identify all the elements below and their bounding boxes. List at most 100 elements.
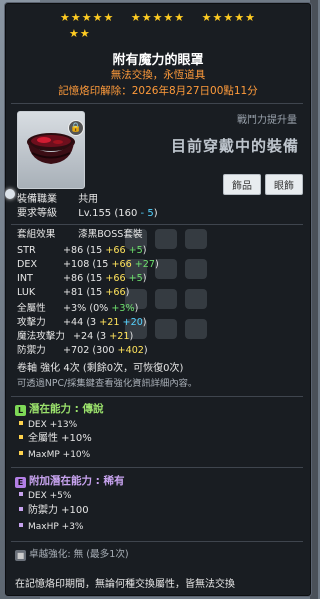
required-level-reduction: - 5 (140, 208, 154, 219)
additional-potential-title: 附加潛在能力 : 稀有 (29, 475, 125, 487)
stat-label: 魔法攻擊力 (17, 331, 65, 342)
required-job-value: 共用 (78, 194, 99, 205)
required-level-close: ) (153, 208, 158, 219)
stat-open: (300 (92, 345, 115, 356)
required-job: 裝備職業 共用 (17, 193, 98, 206)
divider (11, 396, 303, 397)
stat-total: +24 (73, 331, 94, 342)
scroll-upgrade-info: 卷軸 強化 4次 (剩餘0次，可恢復0次) (17, 363, 184, 374)
potential-line: 全屬性 +10% (19, 433, 92, 445)
potential-line: MaxMP +10% (19, 449, 90, 461)
item-name: 附有魔力的眼罩 (112, 53, 204, 68)
stat-open: (3 (96, 331, 107, 342)
stat-open: (15 (92, 259, 109, 270)
stat-open: (15 (86, 273, 103, 284)
set-effect-value: 漆黑BOSS套裝 (78, 229, 143, 240)
star-force-row-2: ★★ (69, 28, 91, 40)
additional-potential-line: DEX +5% (19, 490, 71, 502)
stat-enhance: +20 (122, 317, 143, 328)
required-level-label: 要求等級 (17, 208, 57, 219)
stat-label: STR (17, 245, 36, 256)
stat-total: +44 (63, 317, 84, 328)
stat-row: 攻擊力 +44 (3 +21 +20) (17, 317, 147, 329)
stat-close: ) (143, 345, 148, 356)
memory-seal-expiry: 記憶烙印解除：2026年8月27日00點11分 (58, 85, 258, 97)
set-effect-label: 套組效果 (17, 229, 56, 240)
stat-label: LUK (17, 287, 36, 298)
stat-close: ) (134, 303, 139, 314)
stat-flame: +21 (99, 317, 120, 328)
stat-open: (15 (86, 245, 103, 256)
stat-flame: +66 (111, 259, 132, 270)
star-group: ★★★★★ (130, 11, 186, 24)
stat-row: INT +86 (15 +66 +5) (17, 273, 147, 285)
stat-total: +3% (63, 303, 87, 314)
stat-label: 防禦力 (17, 345, 46, 356)
stat-total: +86 (63, 245, 84, 256)
stat-row: 魔法攻擊力 +24 (3 +21) (17, 331, 133, 343)
stat-open: (15 (86, 287, 103, 298)
stat-close: ) (142, 273, 147, 284)
tag-category: 飾品 (223, 174, 261, 195)
combat-power-label: 戰鬥力提升量 (237, 115, 297, 126)
stat-close: ) (142, 317, 147, 328)
stat-label: INT (17, 273, 33, 284)
stat-open: (0% (89, 303, 109, 314)
enhance-icon: ■ (15, 550, 26, 561)
star-group: ★★ (69, 27, 91, 40)
item-trade-status: 無法交換，永恆道具 (110, 69, 206, 81)
stat-row: 防禦力 +702 (300 +402) (17, 345, 148, 357)
enhance-info-hint: 可透過NPC/採集鍵查看強化資訊詳細內容。 (17, 378, 198, 389)
cursor-glow-icon (5, 189, 15, 199)
stat-flame: +21 (109, 331, 130, 342)
stat-flame: +66 (105, 245, 126, 256)
star-group: ★★★★★ (201, 11, 256, 24)
star-group: ★★★★★ (60, 11, 115, 24)
stat-total: +86 (63, 273, 84, 284)
lock-icon: 🔒 (68, 120, 84, 136)
required-level-detail: (160 (114, 208, 138, 219)
tag-slot: 眼飾 (265, 174, 303, 195)
item-icon-frame: 🔒 (17, 111, 85, 189)
divider (11, 467, 303, 468)
stat-enhance: +5 (128, 273, 143, 284)
stat-label: 全屬性 (17, 303, 46, 314)
divider (11, 224, 303, 225)
stat-row: 全屬性 +3% (0% +3%) (17, 303, 138, 315)
additional-potential-header: E 附加潛在能力 : 稀有 (15, 473, 125, 488)
stat-row: DEX +108 (15 +66 +27) (17, 259, 159, 271)
equipped-status: 目前穿戴中的裝備 (170, 137, 299, 155)
stat-label: DEX (17, 259, 38, 270)
required-level: 要求等級 Lv.155 (160 - 5) (17, 207, 158, 220)
set-effect: 套組效果 漆黑BOSS套裝 (17, 229, 143, 241)
star-force-row-1: ★★★★★ ★★★★★ ★★★★★ (5, 12, 311, 24)
stat-flame: +402 (117, 345, 144, 356)
stat-total: +702 (63, 345, 90, 356)
additional-potential-line: 防禦力 +100 (19, 505, 89, 517)
stat-row: STR +86 (15 +66 +5) (17, 245, 147, 257)
required-level-value: Lv.155 (78, 208, 112, 219)
memory-seal-notice: 在記憶烙印期間，無論何種交換屬性，皆無法交換 (15, 579, 235, 590)
stat-close: ) (125, 287, 130, 298)
rare-icon: E (15, 477, 26, 488)
stat-flame: +66 (105, 273, 126, 284)
star-force-enhance-info: ■ 卓越強化: 無 (最多1次) (15, 549, 129, 561)
stat-total: +81 (63, 287, 84, 298)
stat-enhance: +5 (128, 245, 143, 256)
stat-close: ) (142, 245, 147, 256)
potential-header: L 潛在能力 : 傳說 (15, 401, 104, 416)
potential-title: 潛在能力 : 傳說 (29, 403, 104, 415)
stat-enhance: +27 (134, 259, 155, 270)
item-tooltip: ★★★★★ ★★★★★ ★★★★★ ★★ 附有魔力的眼罩 無法交換，永恆道具 記… (4, 2, 312, 597)
potential-line: DEX +13% (19, 419, 77, 431)
additional-potential-line: MaxHP +3% (19, 521, 83, 533)
item-tags: 飾品 眼飾 (223, 174, 303, 195)
stat-row: LUK +81 (15 +66) (17, 287, 129, 299)
stat-open: (3 (86, 317, 97, 328)
stat-total: +108 (63, 259, 90, 270)
divider (11, 541, 303, 542)
stat-close: ) (129, 331, 134, 342)
stat-label: 攻擊力 (17, 317, 46, 328)
divider (11, 103, 303, 104)
legendary-icon: L (15, 405, 26, 416)
